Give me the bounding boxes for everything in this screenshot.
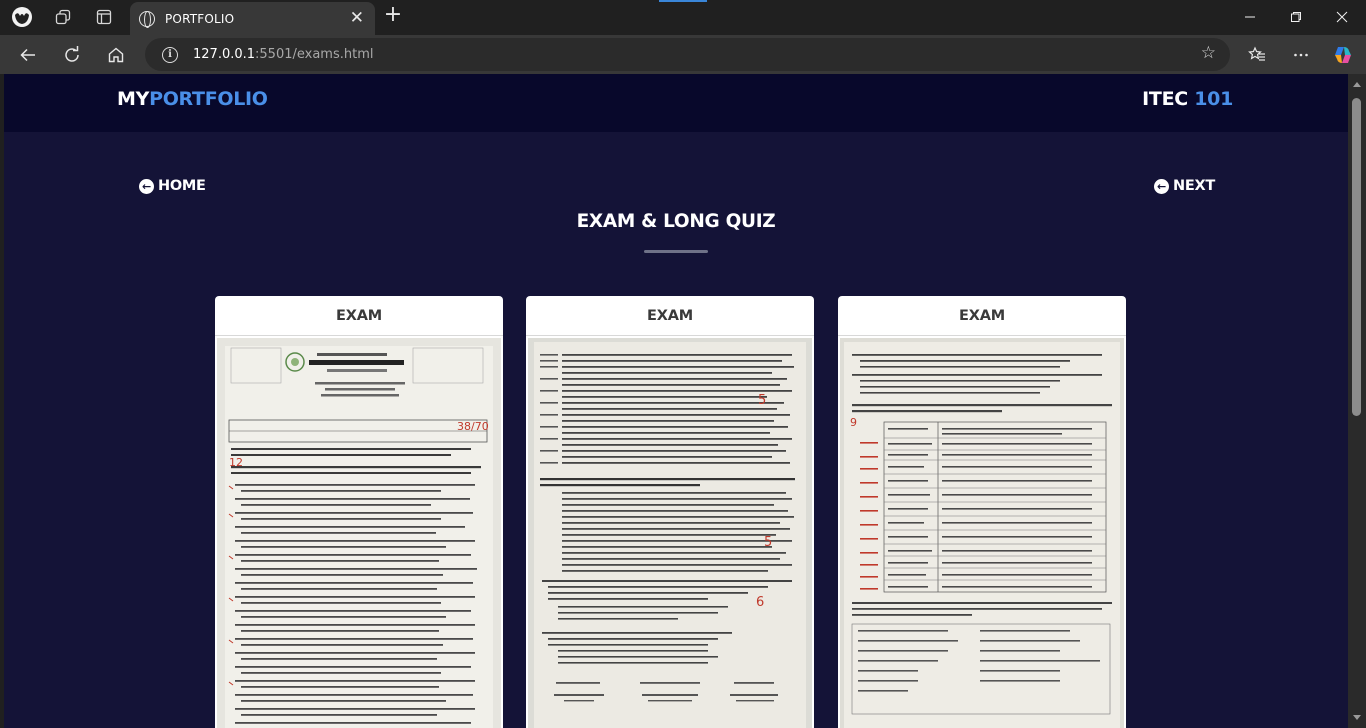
profile-avatar-icon[interactable] [10, 6, 34, 28]
home-browser-button[interactable] [100, 39, 132, 70]
page-viewport: MYPORTFOLIO ITEC 101 ← HOME ← NEXT EXAM … [4, 74, 1348, 728]
home-link-label: HOME [158, 178, 206, 194]
window-accent-line [659, 0, 707, 2]
copilot-icon[interactable] [1327, 39, 1359, 70]
settings-more-icon[interactable] [1285, 39, 1317, 70]
course-number: 101 [1194, 88, 1233, 110]
browser-toolbar: i 127.0.0.1:5501/exams.html ☆ [0, 35, 1366, 74]
minimize-window-button[interactable] [1227, 0, 1273, 33]
arrow-left-circle-icon: ← [1154, 178, 1169, 194]
exam-paper-image: 38/70 12 [217, 338, 501, 728]
site-header: MYPORTFOLIO ITEC 101 [4, 74, 1348, 132]
new-tab-button[interactable]: + [381, 4, 405, 28]
back-button[interactable] [12, 39, 44, 70]
globe-icon [139, 10, 155, 28]
svg-text:5: 5 [758, 393, 766, 408]
page-scrollbar[interactable] [1348, 74, 1366, 728]
card-title: EXAM [215, 296, 503, 336]
svg-text:5: 5 [764, 535, 772, 550]
logo-portfolio: PORTFOLIO [149, 88, 268, 110]
next-link[interactable]: ← NEXT [1154, 178, 1215, 194]
exam-card-1[interactable]: EXAM 38/70 12 [215, 296, 503, 728]
svg-text:6: 6 [756, 595, 764, 610]
site-logo[interactable]: MYPORTFOLIO [117, 88, 268, 110]
exam-paper-image: 9 [840, 338, 1124, 728]
address-bar[interactable]: i 127.0.0.1:5501/exams.html ☆ [145, 38, 1230, 71]
tab-actions-icon[interactable] [92, 6, 116, 28]
home-link[interactable]: ← HOME [139, 178, 206, 194]
next-link-label: NEXT [1173, 178, 1215, 194]
scroll-up-arrow-icon[interactable] [1353, 82, 1361, 87]
favorites-icon[interactable] [1241, 39, 1273, 70]
title-divider [644, 250, 708, 253]
address-host: 127.0.0.1 [193, 47, 256, 62]
favorite-star-icon[interactable]: ☆ [1201, 43, 1216, 63]
arrow-left-circle-icon: ← [139, 178, 154, 194]
workspaces-icon[interactable] [51, 6, 75, 28]
restore-window-button[interactable] [1273, 0, 1319, 33]
scroll-down-arrow-icon[interactable] [1353, 715, 1361, 720]
address-path: :5501/exams.html [255, 47, 374, 62]
card-title: EXAM [838, 296, 1126, 336]
card-title: EXAM [526, 296, 814, 336]
close-tab-icon[interactable]: ✕ [350, 10, 364, 27]
tab-title: PORTFOLIO [165, 11, 235, 26]
exam-card-2[interactable]: EXAM 5 5 6 [526, 296, 814, 728]
exam-card-3[interactable]: EXAM 9 [838, 296, 1126, 728]
logo-my: MY [117, 88, 150, 110]
browser-tab-active[interactable]: PORTFOLIO ✕ [130, 2, 375, 35]
close-window-button[interactable] [1319, 0, 1365, 33]
exam-paper-image: 5 5 6 [528, 338, 812, 728]
svg-text:38/70: 38/70 [457, 420, 489, 433]
page-title: EXAM & LONG QUIZ [576, 211, 776, 232]
refresh-button[interactable] [56, 39, 88, 70]
site-info-icon[interactable]: i [162, 46, 178, 63]
course-code: ITEC 101 [1142, 88, 1233, 110]
course-prefix: ITEC [1142, 88, 1195, 110]
browser-tab-bar: PORTFOLIO ✕ + [0, 0, 1366, 35]
scrollbar-thumb[interactable] [1352, 98, 1361, 416]
svg-text:9: 9 [850, 416, 857, 429]
